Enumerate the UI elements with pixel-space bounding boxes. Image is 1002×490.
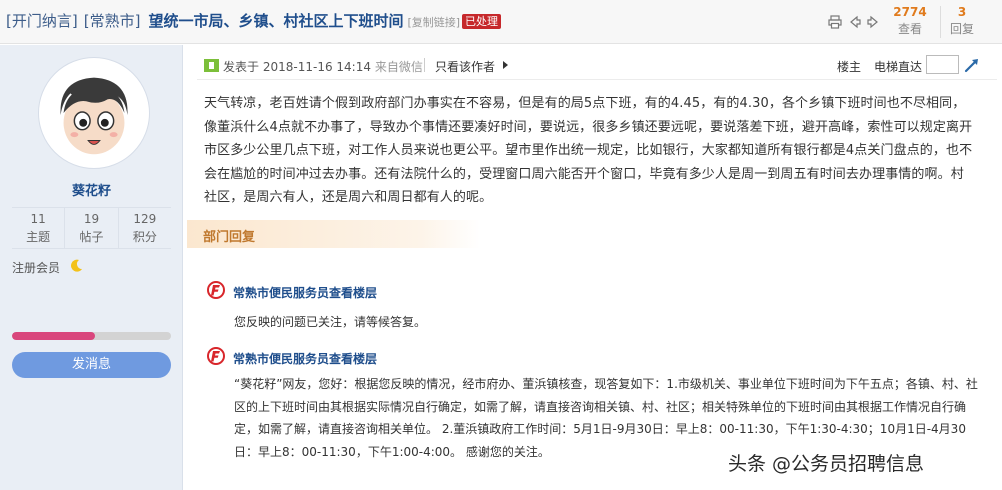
- author-panel: 葵花籽 11 主题 19 帖子 129 积分 注册会员 发消息: [0, 45, 183, 490]
- go-to-floor-icon[interactable]: [963, 56, 981, 74]
- moon-icon: [71, 259, 82, 272]
- replies-label: 回复: [949, 22, 974, 36]
- level-progress-bar: [12, 332, 171, 340]
- stat-value: 11: [30, 212, 46, 226]
- user-level: 注册会员: [12, 261, 61, 275]
- post-content: 天气转凉，老百姓请个假到政府部门办事实在不容易，但是有的局5点下班，有的4.45…: [204, 96, 973, 205]
- stat-divider: [940, 6, 941, 38]
- status-badge: 已处理: [462, 14, 502, 29]
- department-reply-label: 部门回复: [203, 230, 256, 245]
- floor-label: 楼主: [837, 60, 862, 74]
- stat-label: 帖子: [79, 230, 104, 244]
- copy-link[interactable]: [复制链接]: [407, 16, 460, 29]
- floor-number-input[interactable]: [926, 55, 959, 74]
- post-datetime: 2018-11-16 14:14: [262, 60, 371, 74]
- post-meta: 发表于 2018-11-16 14:14 来自微信: [223, 58, 423, 75]
- author-name[interactable]: 葵花籽: [0, 180, 183, 199]
- reply-author[interactable]: 常熟市便民服务员查看楼层: [233, 284, 377, 301]
- thread-title-bar: [开门纳言] [常熟市] 望统一市局、乡镇、村社区上下班时间 [复制链接] 已处理 27…: [0, 0, 1002, 44]
- author-stats: 11 主题 19 帖子 129 积分: [12, 207, 171, 249]
- stat-value: 19: [83, 212, 100, 226]
- subcategory-link[interactable]: [常熟市]: [84, 12, 141, 30]
- print-icon[interactable]: [828, 15, 842, 29]
- only-author-link[interactable]: 只看该作者: [435, 58, 495, 75]
- divider: [424, 58, 425, 72]
- replies-stat: 3 回复: [948, 4, 976, 38]
- post-header: 发表于 2018-11-16 14:14 来自微信 只看该作者 楼主 电梯直达: [197, 50, 997, 80]
- replies-count: 3: [957, 5, 967, 19]
- send-message-button[interactable]: 发消息: [12, 352, 171, 378]
- level-progress-fill: [12, 332, 95, 340]
- stat-value: 129: [133, 212, 157, 226]
- author-stat-posts[interactable]: 19 帖子: [65, 208, 119, 248]
- post-source: 来自微信: [374, 60, 423, 74]
- views-stat: 2774 查看: [888, 4, 932, 38]
- stat-label: 主题: [26, 230, 51, 244]
- author-stat-points[interactable]: 129 积分: [119, 208, 171, 248]
- post-online-icon: [204, 59, 219, 72]
- author-stat-topics[interactable]: 11 主题: [12, 208, 66, 248]
- reply-author[interactable]: 常熟市便民服务员查看楼层: [233, 350, 377, 367]
- category-link[interactable]: [开门纳言]: [6, 12, 78, 30]
- watermark: 头条 @公务员招聘信息: [728, 453, 925, 475]
- thread-title-text: 望统一市局、乡镇、村社区上下班时间: [148, 12, 404, 30]
- jump-to-floor-label: 电梯直达: [874, 60, 923, 74]
- service-logo-icon: [207, 281, 225, 299]
- service-logo-icon: [207, 347, 225, 365]
- views-label: 查看: [897, 22, 922, 36]
- avatar[interactable]: [38, 57, 150, 169]
- stat-label: 积分: [132, 230, 157, 244]
- caret-right-icon: [503, 61, 508, 69]
- department-reply-header: 部门回复: [187, 220, 480, 248]
- next-thread-icon[interactable]: [866, 15, 880, 29]
- prev-thread-icon[interactable]: [848, 15, 862, 29]
- thread-title: [开门纳言] [常熟市] 望统一市局、乡镇、村社区上下班时间 [复制链接] 已处理: [6, 11, 502, 33]
- reply-text: 您反映的问题已关注，请等候答复。: [234, 315, 427, 329]
- posted-prefix: 发表于: [223, 60, 260, 74]
- views-count: 2774: [893, 5, 927, 19]
